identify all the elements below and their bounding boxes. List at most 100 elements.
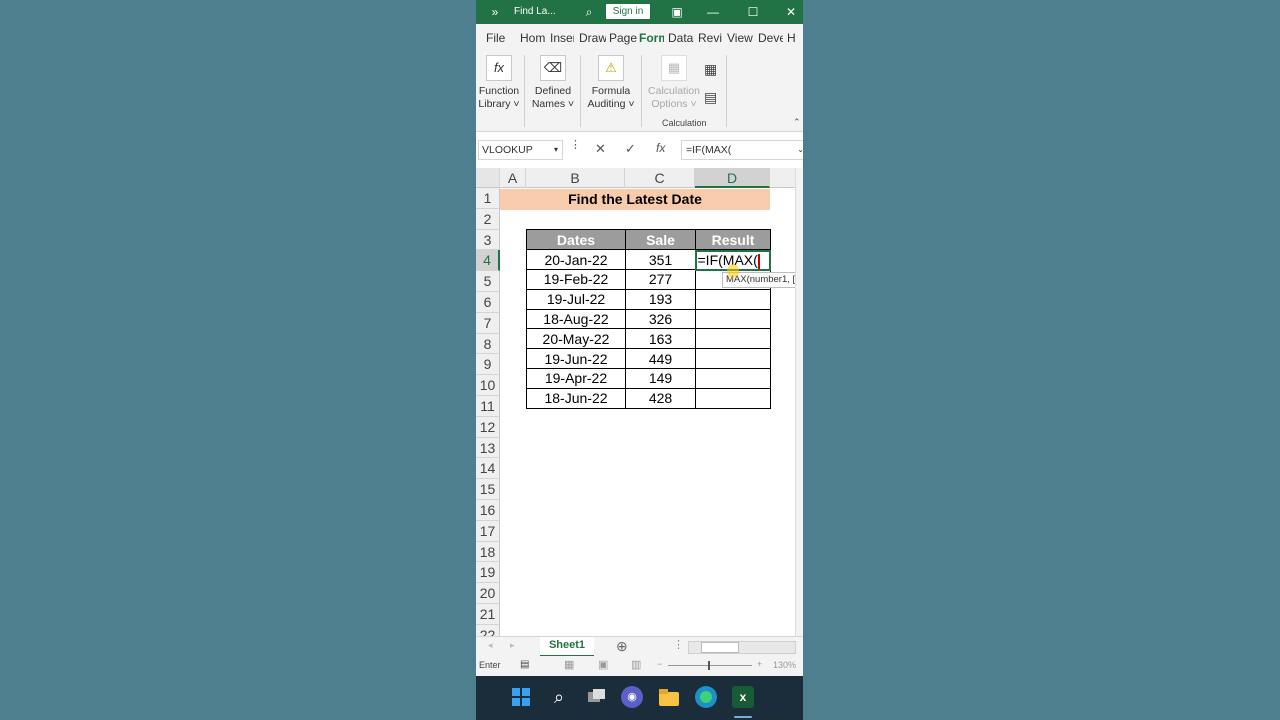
tab-insert[interactable]: Inser [550, 31, 574, 45]
sale-cell[interactable]: 351 [625, 249, 696, 270]
function-library-button[interactable]: fx Function Library ˅ [478, 53, 520, 111]
minimize-button[interactable]: — [698, 0, 728, 24]
maximize-button[interactable]: ☐ [738, 0, 768, 24]
quick-access-more[interactable]: » [488, 0, 502, 24]
row-header[interactable]: 8 [476, 333, 500, 355]
header-dates[interactable]: Dates [526, 229, 626, 251]
row-header[interactable]: 9 [476, 354, 500, 376]
result-cell[interactable] [695, 367, 771, 389]
result-cell[interactable] [695, 328, 771, 350]
add-sheet-icon[interactable]: ⊕ [616, 638, 628, 655]
zoom-out-icon[interactable]: − [657, 659, 662, 669]
formula-auditing-button[interactable]: ⚠ Formula Auditing ˅ [586, 53, 636, 111]
tab-help[interactable]: H [787, 31, 795, 45]
row-header[interactable]: 1 [476, 188, 500, 209]
tab-view[interactable]: View [727, 31, 754, 45]
column-header[interactable]: A [500, 168, 526, 188]
sheet-tab-sheet1[interactable]: Sheet1 [540, 637, 594, 657]
row-header[interactable]: 10 [476, 375, 500, 396]
search-icon[interactable]: ⌕ [548, 686, 570, 708]
task-view-icon[interactable] [585, 686, 607, 708]
horizontal-scrollbar[interactable] [688, 641, 796, 654]
row-header[interactable]: 19 [476, 562, 500, 584]
horizontal-scroll-thumb[interactable] [701, 642, 739, 653]
enter-check-icon[interactable]: ✓ [625, 141, 636, 157]
tab-draw[interactable]: Draw [579, 31, 606, 45]
sale-cell[interactable]: 193 [625, 288, 696, 310]
vertical-scrollbar[interactable] [795, 168, 803, 636]
file-explorer-icon[interactable] [658, 686, 680, 708]
expand-formula-icon[interactable]: ⌄ [797, 141, 803, 159]
select-all-corner[interactable] [476, 168, 500, 188]
calculate-now-icon[interactable]: ▦ [704, 61, 717, 78]
scroll-left-icon[interactable]: ◂ [488, 640, 493, 651]
row-header[interactable]: 13 [476, 437, 500, 459]
tab-page-layout[interactable]: Page [609, 31, 637, 45]
column-header[interactable]: B [526, 168, 625, 188]
row-header[interactable]: 16 [476, 500, 500, 521]
row-header[interactable]: 12 [476, 416, 500, 438]
row-header[interactable]: 14 [476, 458, 500, 480]
windows-start-icon[interactable] [510, 686, 532, 708]
zoom-slider-thumb[interactable] [708, 661, 710, 670]
excel-taskbar-icon[interactable]: x [732, 686, 754, 708]
row-header[interactable]: 7 [476, 312, 500, 334]
teams-chat-icon[interactable]: ◉ [621, 686, 643, 708]
ribbon-display-icon[interactable]: ▣ [662, 0, 692, 24]
defined-names-button[interactable]: ⌫ Defined Names ˅ [530, 53, 576, 111]
calculate-sheet-icon[interactable]: ▤ [704, 89, 717, 106]
tab-formulas[interactable]: Form [639, 31, 664, 45]
tab-split-handle[interactable]: ⋮ [673, 638, 684, 651]
search-icon[interactable]: ⌕ [574, 0, 604, 24]
row-header[interactable]: 18 [476, 541, 500, 563]
collapse-ribbon-icon[interactable]: ⌃ [793, 117, 801, 128]
row-header[interactable]: 15 [476, 479, 500, 500]
tab-data[interactable]: Data [668, 31, 695, 45]
row-header[interactable]: 20 [476, 583, 500, 604]
header-result[interactable]: Result [695, 229, 771, 251]
column-header[interactable]: D [695, 168, 770, 188]
scroll-right-icon[interactable]: ▸ [510, 640, 515, 651]
tab-developer[interactable]: Deve [758, 31, 783, 45]
sale-cell[interactable]: 163 [625, 328, 696, 350]
insert-function-icon[interactable]: fx [656, 141, 665, 155]
result-cell[interactable] [695, 348, 771, 369]
column-header[interactable]: C [625, 168, 695, 188]
close-button[interactable]: ✕ [776, 0, 803, 24]
row-header[interactable]: 2 [476, 208, 500, 230]
formula-input[interactable]: =IF(MAX( ⌄ [681, 140, 803, 160]
date-cell[interactable]: 18-Aug-22 [526, 308, 626, 330]
tab-home[interactable]: Hom [520, 31, 548, 45]
page-break-view-icon[interactable]: ▥ [631, 658, 641, 671]
sale-cell[interactable]: 326 [625, 308, 696, 330]
zoom-level[interactable]: 130% [773, 660, 796, 670]
result-cell[interactable] [695, 387, 771, 409]
date-cell[interactable]: 20-Jan-22 [526, 249, 626, 270]
row-header[interactable]: 3 [476, 229, 500, 251]
result-cell[interactable] [695, 308, 771, 330]
result-cell[interactable] [695, 288, 771, 310]
date-cell[interactable]: 19-Jun-22 [526, 348, 626, 369]
sale-cell[interactable]: 149 [625, 367, 696, 389]
sale-cell[interactable]: 449 [625, 348, 696, 369]
zoom-in-icon[interactable]: + [757, 659, 762, 669]
tab-review[interactable]: Revie [698, 31, 722, 45]
worksheet-grid[interactable]: A B C D 1 2 3 4 5 6 7 8 9 10 11 12 13 14 15 16 17 18 19 20 2… [476, 168, 796, 636]
normal-view-icon[interactable]: ▦ [564, 658, 574, 671]
date-cell[interactable]: 20-May-22 [526, 328, 626, 350]
cancel-icon[interactable]: ✕ [595, 141, 606, 157]
date-cell[interactable]: 19-Apr-22 [526, 367, 626, 389]
edge-browser-icon[interactable] [695, 686, 717, 708]
sign-in-button[interactable]: Sign in [606, 4, 650, 19]
title-cell[interactable]: Find the Latest Date [500, 188, 770, 210]
row-header[interactable]: 11 [476, 396, 500, 417]
date-cell[interactable]: 18-Jun-22 [526, 387, 626, 409]
zoom-slider[interactable] [668, 661, 752, 670]
row-header[interactable]: 17 [476, 520, 500, 542]
header-sale[interactable]: Sale [625, 229, 696, 251]
date-cell[interactable]: 19-Jul-22 [526, 288, 626, 310]
row-header[interactable]: 5 [476, 271, 500, 292]
sale-cell[interactable]: 428 [625, 387, 696, 409]
accessibility-icon[interactable]: ▤ [520, 659, 529, 670]
row-header[interactable]: 6 [476, 292, 500, 313]
